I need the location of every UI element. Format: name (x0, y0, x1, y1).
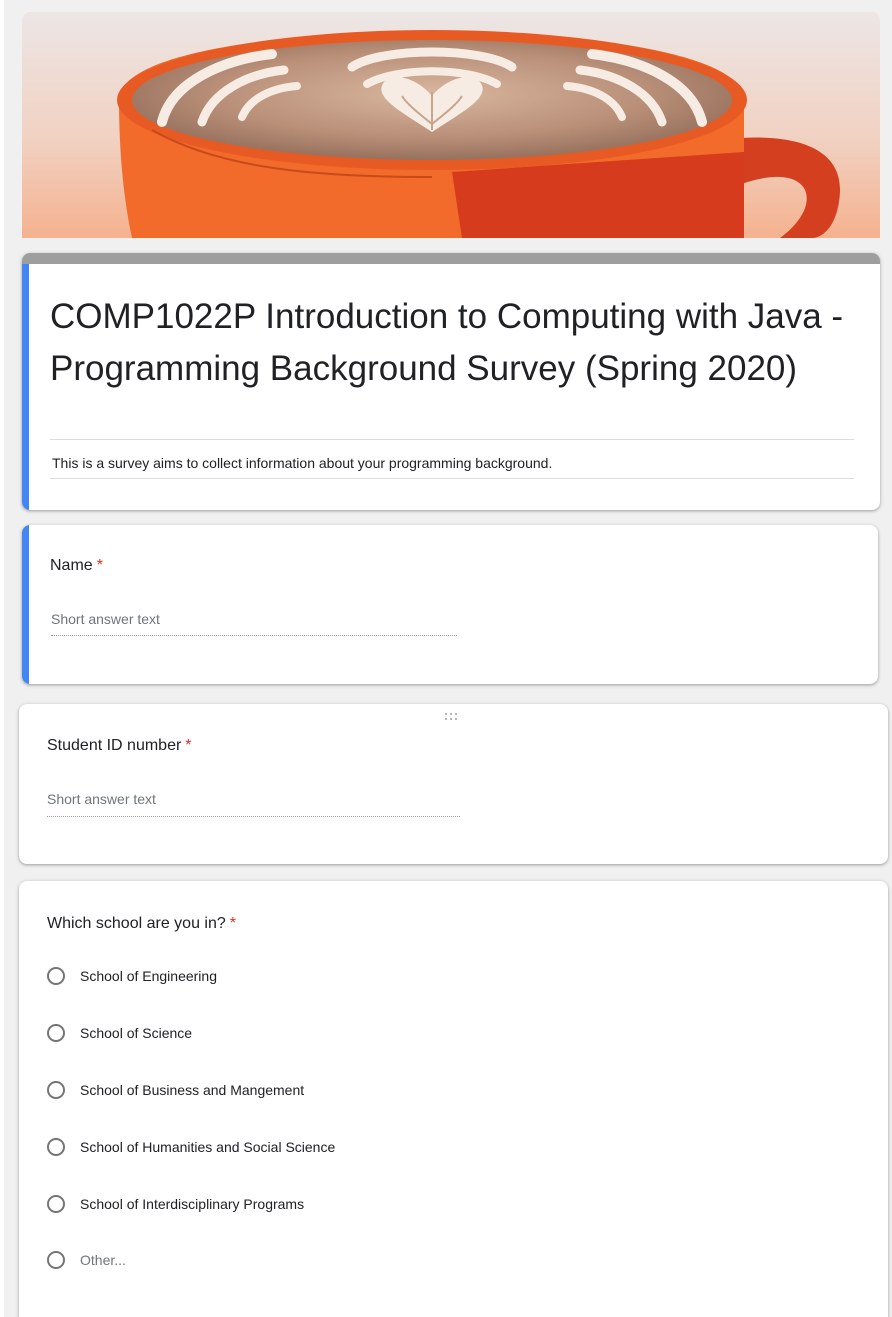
short-answer-placeholder[interactable]: Short answer text (47, 791, 156, 807)
radio-button[interactable] (47, 1024, 65, 1042)
radio-button[interactable] (47, 1081, 65, 1099)
question-card-name[interactable]: Name * Short answer text (22, 525, 878, 684)
question-title-text: Name (50, 557, 93, 574)
form-description: This is a survey aims to collect informa… (52, 455, 553, 471)
short-answer-placeholder[interactable]: Short answer text (51, 611, 160, 627)
question-title-text: Student ID number (47, 737, 182, 754)
drag-handle-icon[interactable] (445, 713, 463, 723)
form-header-card: COMP1022P Introduction to Computing with… (22, 253, 880, 510)
short-answer-underline (51, 635, 457, 636)
question-title-text: Which school are you in? (47, 915, 226, 932)
header-color-band (22, 253, 880, 264)
radio-option-humanities[interactable]: School of Humanities and Social Science (47, 1138, 547, 1162)
radio-option-engineering[interactable]: School of Engineering (47, 967, 547, 991)
short-answer-underline (47, 816, 460, 817)
radio-option-label-other: Other... (80, 1252, 126, 1268)
required-asterisk: * (229, 915, 236, 932)
radio-option-science[interactable]: School of Science (47, 1024, 547, 1048)
header-image (22, 12, 880, 238)
description-underline (50, 478, 854, 479)
required-asterisk: * (96, 557, 103, 574)
form-title: COMP1022P Introduction to Computing with… (50, 297, 844, 388)
question-title: Which school are you in? * (47, 915, 236, 933)
question-title: Student ID number * (47, 737, 192, 755)
radio-option-label: School of Interdisciplinary Programs (80, 1196, 305, 1212)
radio-option-other[interactable]: Other... (47, 1251, 547, 1275)
description-divider (50, 439, 854, 440)
radio-button[interactable] (47, 1195, 65, 1213)
radio-button[interactable] (47, 967, 65, 985)
required-asterisk: * (185, 737, 192, 754)
active-card-accent (22, 525, 29, 684)
radio-option-business[interactable]: School of Business and Mangement (47, 1081, 547, 1105)
question-card-student-id[interactable]: Student ID number * Short answer text (19, 704, 888, 864)
question-card-school[interactable]: Which school are you in? * School of Engi… (19, 881, 888, 1317)
radio-option-label: School of Science (80, 1025, 193, 1041)
question-title: Name * (50, 557, 103, 575)
radio-option-label: School of Engineering (80, 968, 217, 984)
radio-option-interdisciplinary[interactable]: School of Interdisciplinary Programs (47, 1195, 547, 1219)
radio-option-label: School of Business and Mangement (80, 1082, 305, 1098)
radio-button[interactable] (47, 1251, 65, 1269)
radio-button[interactable] (47, 1138, 65, 1156)
radio-option-label: School of Humanities and Social Science (80, 1139, 336, 1155)
active-card-accent (22, 264, 29, 510)
page-edge (0, 0, 4, 1317)
